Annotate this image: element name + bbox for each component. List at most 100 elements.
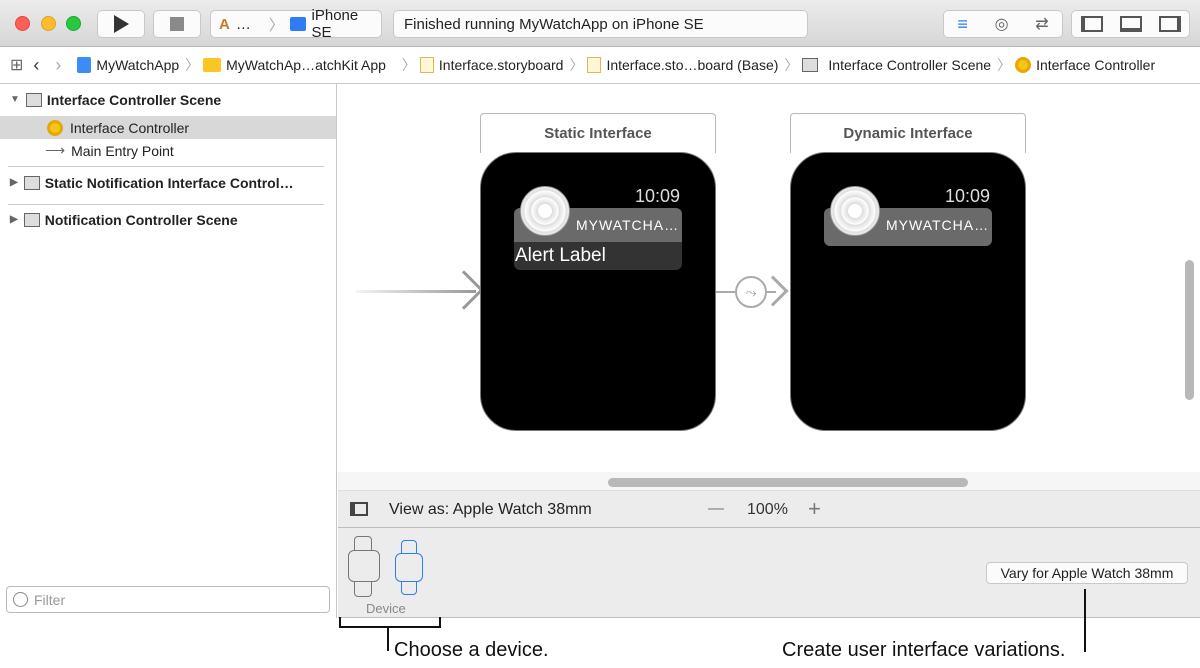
app-icon xyxy=(520,186,570,236)
forward-button[interactable]: › xyxy=(55,55,61,76)
chevron-icon: 〉 xyxy=(569,57,584,73)
device-bracket xyxy=(339,617,441,628)
scene-icon xyxy=(25,92,42,107)
zoom-level: 100% xyxy=(747,501,788,518)
minimize-button[interactable] xyxy=(41,16,56,31)
panel-toggle-group xyxy=(1071,10,1190,38)
utilities-toggle-icon[interactable] xyxy=(1158,16,1181,32)
zoom-button[interactable] xyxy=(66,16,81,31)
outline-item-main-entry-point[interactable]: ⟶ Main Entry Point xyxy=(0,139,336,162)
breadcrumb-label: MyWatchAp…atchKit App xyxy=(226,57,386,73)
outline-label: Interface Controller xyxy=(70,119,190,136)
view-as-button[interactable]: View as: Apple Watch 38mm xyxy=(389,501,592,519)
storyboard-file-icon xyxy=(587,57,602,73)
arrow-head-icon xyxy=(444,270,484,310)
outline-scene-static-notification[interactable]: ▶ Static Notification Interface Control… xyxy=(0,171,336,194)
back-button[interactable]: ‹ xyxy=(33,55,39,76)
breadcrumb-label: Interface Controller Scene xyxy=(828,57,992,73)
variations-callout: Create user interface variations. xyxy=(782,639,1066,661)
scheme-selector[interactable]: A … 〉 iPhone SE xyxy=(210,7,382,41)
disclosure-closed-icon[interactable]: ▶ xyxy=(10,214,18,225)
breadcrumb-controller[interactable]: Interface Controller xyxy=(1015,57,1155,73)
choose-device-callout: Choose a device. xyxy=(394,639,549,661)
editor-mode-group: ≡ ◎ ⇄ xyxy=(943,10,1063,38)
chevron-right-icon: 〉 xyxy=(268,16,284,34)
breadcrumb-folder[interactable]: MyWatchAp…atchKit App xyxy=(203,57,386,73)
scene-title: Static Interface xyxy=(544,125,652,142)
static-interface-screen: 10:09 MYWATCHA… Alert Label xyxy=(514,186,682,398)
run-button[interactable] xyxy=(97,10,145,38)
play-icon xyxy=(113,15,129,33)
stop-button[interactable] xyxy=(153,10,201,38)
controller-icon xyxy=(1015,57,1032,73)
outline-toggle-icon[interactable] xyxy=(350,502,368,516)
vary-for-traits-button[interactable]: Vary for Apple Watch 38mm xyxy=(986,562,1188,584)
toolbar: A … 〉 iPhone SE Finished running MyWatch… xyxy=(0,0,1200,47)
close-button[interactable] xyxy=(15,16,30,31)
app-name: MYWATCHA… xyxy=(886,217,990,233)
breadcrumb-project[interactable]: MyWatchApp xyxy=(77,57,179,73)
version-editor-icon[interactable]: ⇄ xyxy=(1035,14,1048,34)
vertical-scrollbar[interactable] xyxy=(1185,260,1194,400)
divider xyxy=(8,204,324,205)
breadcrumb-label: Interface.storyboard xyxy=(438,57,564,73)
horizontal-scrollbar[interactable] xyxy=(608,478,968,487)
callout-line xyxy=(1084,589,1086,652)
assistant-editor-icon[interactable]: ◎ xyxy=(995,14,1009,34)
app-name: MYWATCHA… xyxy=(576,217,680,233)
navigator-toggle-icon[interactable] xyxy=(1080,16,1103,32)
related-items-icon[interactable]: ⊞ xyxy=(10,55,23,75)
outline-label: Static Notification Interface Control… xyxy=(44,174,294,191)
breadcrumb-label: Interface Controller xyxy=(1036,57,1156,73)
debug-toggle-icon[interactable] xyxy=(1119,16,1142,32)
chevron-icon: 〉 xyxy=(997,57,1012,73)
outline-label: Main Entry Point xyxy=(71,142,174,159)
project-icon xyxy=(77,57,92,73)
scene-icon xyxy=(23,175,40,190)
filter-input[interactable]: Filter xyxy=(6,586,330,613)
app-icon xyxy=(830,186,880,236)
zoom-out-button[interactable]: — xyxy=(708,500,724,518)
breadcrumb-scene[interactable]: Interface Controller Scene xyxy=(802,57,991,73)
stop-icon xyxy=(170,17,184,31)
filter-icon xyxy=(13,592,28,607)
dynamic-interface-title: Dynamic Interface xyxy=(790,113,1026,153)
zoom-in-button[interactable]: + xyxy=(808,496,821,522)
scene-icon xyxy=(23,212,40,227)
alert-label[interactable]: Alert Label xyxy=(514,242,682,270)
dynamic-interface-screen: 10:09 MYWATCHA… xyxy=(824,186,992,398)
callout-line xyxy=(387,628,389,651)
watch-38mm-icon[interactable] xyxy=(395,540,425,595)
chevron-icon: 〉 xyxy=(185,57,200,73)
breadcrumb-storyboard[interactable]: Interface.storyboard xyxy=(419,57,564,73)
storyboard-canvas[interactable]: Static Interface 10:09 MYWATCHA… Alert L… xyxy=(338,84,1200,490)
breadcrumb-storyboard-base[interactable]: Interface.sto…board (Base) xyxy=(587,57,778,73)
watch-time: 10:09 xyxy=(634,186,680,206)
outline-scene-notification-controller[interactable]: ▶ Notification Controller Scene xyxy=(0,208,336,231)
standard-editor-icon[interactable]: ≡ xyxy=(957,14,968,35)
outline-label: Notification Controller Scene xyxy=(44,211,238,228)
jump-bar: ⊞ ‹ › MyWatchApp 〉 MyWatchAp…atchKit App 〉… xyxy=(0,47,1200,84)
divider xyxy=(8,166,324,167)
storyboard-file-icon xyxy=(419,57,434,73)
chevron-icon: 〉 xyxy=(401,57,416,73)
iphone-icon xyxy=(289,17,306,31)
xcode-app-icon: A xyxy=(219,15,230,33)
activity-status: Finished running MyWatchApp on iPhone SE xyxy=(393,10,808,38)
outline-label: Interface Controller Scene xyxy=(46,91,222,108)
document-outline: ▼ Interface Controller Scene Interface Co… xyxy=(0,84,337,618)
scene-icon xyxy=(802,58,819,72)
status-text: Finished running MyWatchApp on iPhone SE xyxy=(404,15,704,33)
disclosure-open-icon[interactable]: ▼ xyxy=(10,94,20,105)
disclosure-closed-icon[interactable]: ▶ xyxy=(10,177,18,188)
controller-icon xyxy=(47,119,63,136)
folder-icon xyxy=(203,58,222,72)
chevron-icon: 〉 xyxy=(784,57,799,73)
device-configuration-bar: Device Vary for Apple Watch 38mm xyxy=(338,528,1200,618)
outline-item-interface-controller[interactable]: Interface Controller xyxy=(0,116,336,139)
watch-42mm-icon[interactable] xyxy=(348,536,380,597)
breadcrumb-label: Interface.sto…board (Base) xyxy=(606,57,779,73)
breadcrumb-label: MyWatchApp xyxy=(96,57,180,73)
static-interface-title: Static Interface xyxy=(480,113,716,153)
outline-scene-interface-controller[interactable]: ▼ Interface Controller Scene xyxy=(0,88,336,111)
